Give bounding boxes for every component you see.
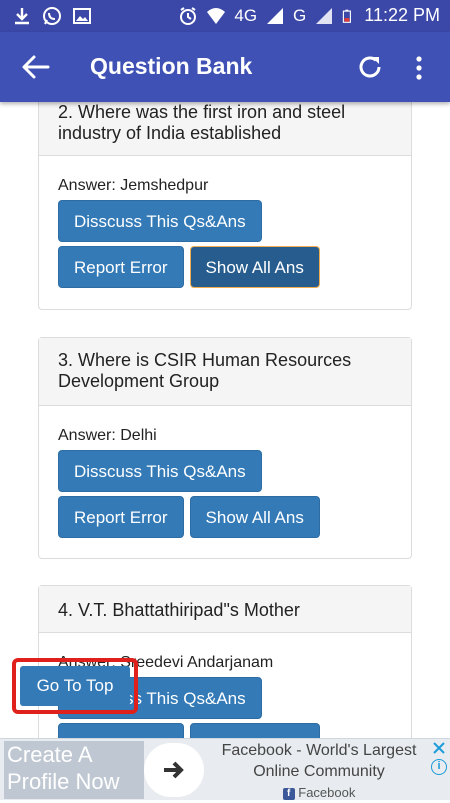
close-icon[interactable]	[432, 741, 446, 755]
discuss-button[interactable]: Disscuss This Qs&Ans	[58, 450, 262, 492]
ad-banner[interactable]: Create A Profile Now Facebook - World's …	[0, 738, 450, 800]
go-to-top-button[interactable]: Go To Top	[20, 666, 130, 706]
question-text: 3. Where is CSIR Human Resources Develop…	[39, 338, 411, 406]
network-label-4g: 4G	[234, 5, 258, 25]
ad-cta-text[interactable]: Create A Profile Now	[4, 741, 144, 799]
whatsapp-icon	[43, 7, 61, 25]
show-all-answers-button[interactable]: Show All Ans	[189, 246, 320, 288]
button-row: Report Error Show All Ans	[58, 496, 392, 538]
question-text: 2. Where was the first iron and steel in…	[39, 102, 411, 156]
ad-headline-block[interactable]: Facebook - World's Largest Online Commun…	[208, 740, 430, 803]
arrow-right-icon	[164, 761, 184, 779]
battery-icon	[343, 9, 352, 23]
report-error-button[interactable]: Report Error	[58, 246, 184, 288]
go-to-top-highlight: Go To Top	[12, 658, 138, 714]
button-row: Disscuss This Qs&Ans	[58, 200, 392, 242]
button-row: Report Error Show All Ans	[58, 723, 392, 738]
status-bar: 4G G 11:22 PM	[0, 0, 450, 32]
image-icon	[73, 8, 91, 24]
question-card: 3. Where is CSIR Human Resources Develop…	[38, 337, 412, 559]
show-all-answers-button[interactable]: Show All Ans	[189, 496, 320, 538]
status-time: 11:22 PM	[364, 5, 440, 25]
report-error-button[interactable]: Report Error	[58, 723, 184, 738]
button-row: Report Error Show All Ans	[58, 246, 392, 288]
discuss-button[interactable]: Disscuss This Qs&Ans	[58, 200, 262, 242]
page-title: Question Bank	[90, 53, 253, 79]
answer-text: Answer: Delhi	[58, 427, 157, 444]
signal-icon	[267, 7, 284, 24]
alarm-icon	[180, 6, 197, 25]
show-all-answers-button[interactable]: Show All Ans	[189, 723, 320, 738]
signal-icon-2	[316, 7, 333, 24]
answer-text: Answer: Jemshedpur	[58, 177, 209, 194]
facebook-icon: f	[282, 787, 295, 800]
back-arrow-icon[interactable]	[20, 54, 50, 80]
button-row: Disscuss This Qs&Ans	[58, 450, 392, 492]
refresh-icon[interactable]	[356, 53, 384, 81]
wifi-icon	[207, 7, 226, 24]
info-icon[interactable]: i	[431, 759, 447, 775]
network-label-g: G	[293, 5, 307, 25]
ad-headline: Facebook - World's Largest Online Commun…	[221, 742, 417, 780]
overflow-menu-icon[interactable]	[414, 54, 424, 82]
question-text: 4. V.T. Bhattathiripad"s Mother	[39, 586, 411, 633]
ad-source-label: Facebook	[298, 785, 356, 800]
app-bar: Question Bank	[0, 32, 450, 102]
report-error-button[interactable]: Report Error	[58, 496, 184, 538]
ad-arrow-button[interactable]	[144, 743, 204, 797]
download-icon	[15, 8, 29, 25]
question-card: 2. Where was the first iron and steel in…	[38, 102, 412, 310]
question-list[interactable]: 2. Where was the first iron and steel in…	[0, 102, 450, 738]
